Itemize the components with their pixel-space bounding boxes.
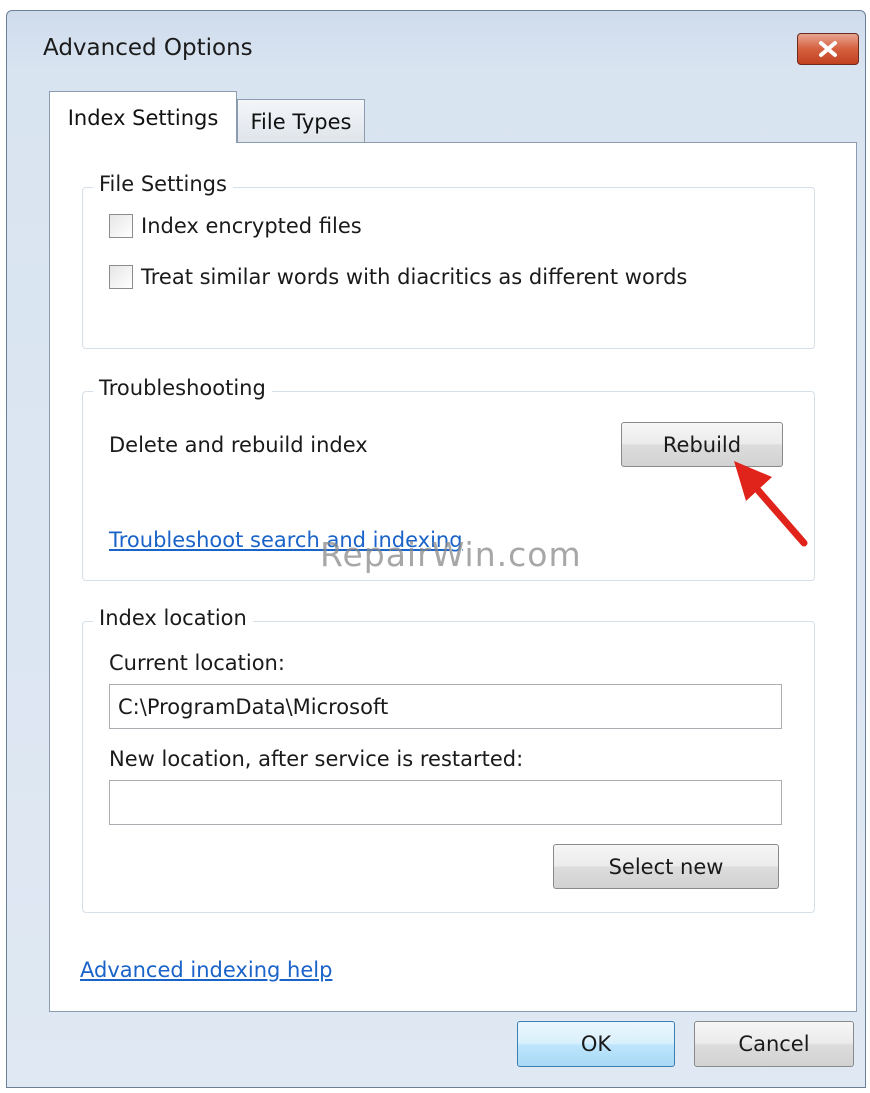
ok-button[interactable]: OK: [517, 1021, 675, 1067]
diacritics-label: Treat similar words with diacritics as d…: [141, 265, 688, 289]
new-location-field[interactable]: [109, 780, 782, 825]
cancel-button[interactable]: Cancel: [694, 1021, 854, 1067]
file-settings-group: File Settings Index encrypted files Trea…: [82, 172, 815, 349]
diacritics-option[interactable]: Treat similar words with diacritics as d…: [109, 265, 687, 289]
index-encrypted-option[interactable]: Index encrypted files: [109, 214, 362, 238]
current-location-field[interactable]: C:\ProgramData\Microsoft: [109, 684, 782, 729]
advanced-indexing-help-link[interactable]: Advanced indexing help: [80, 958, 332, 982]
current-location-label: Current location:: [109, 651, 285, 675]
file-settings-title: File Settings: [93, 172, 233, 196]
select-new-button[interactable]: Select new: [553, 844, 779, 889]
diacritics-checkbox[interactable]: [109, 265, 133, 289]
troubleshooting-title: Troubleshooting: [93, 376, 272, 400]
index-encrypted-checkbox[interactable]: [109, 214, 133, 238]
tab-index-settings[interactable]: Index Settings: [49, 91, 237, 143]
index-encrypted-label: Index encrypted files: [141, 214, 362, 238]
index-settings-panel: File Settings Index encrypted files Trea…: [49, 142, 857, 1012]
tab-file-types[interactable]: File Types: [237, 99, 365, 143]
close-icon: [819, 41, 837, 57]
title-bar[interactable]: Advanced Options: [7, 11, 865, 91]
window-title: Advanced Options: [43, 35, 253, 61]
close-button[interactable]: [797, 33, 859, 65]
index-location-title: Index location: [93, 606, 253, 630]
watermark-text: RepairWin.com: [320, 535, 582, 574]
new-location-label: New location, after service is restarted…: [109, 747, 524, 771]
red-arrow-icon: [734, 461, 808, 547]
index-location-group: Index location Current location: C:\Prog…: [82, 606, 815, 913]
delete-rebuild-label: Delete and rebuild index: [109, 433, 368, 457]
